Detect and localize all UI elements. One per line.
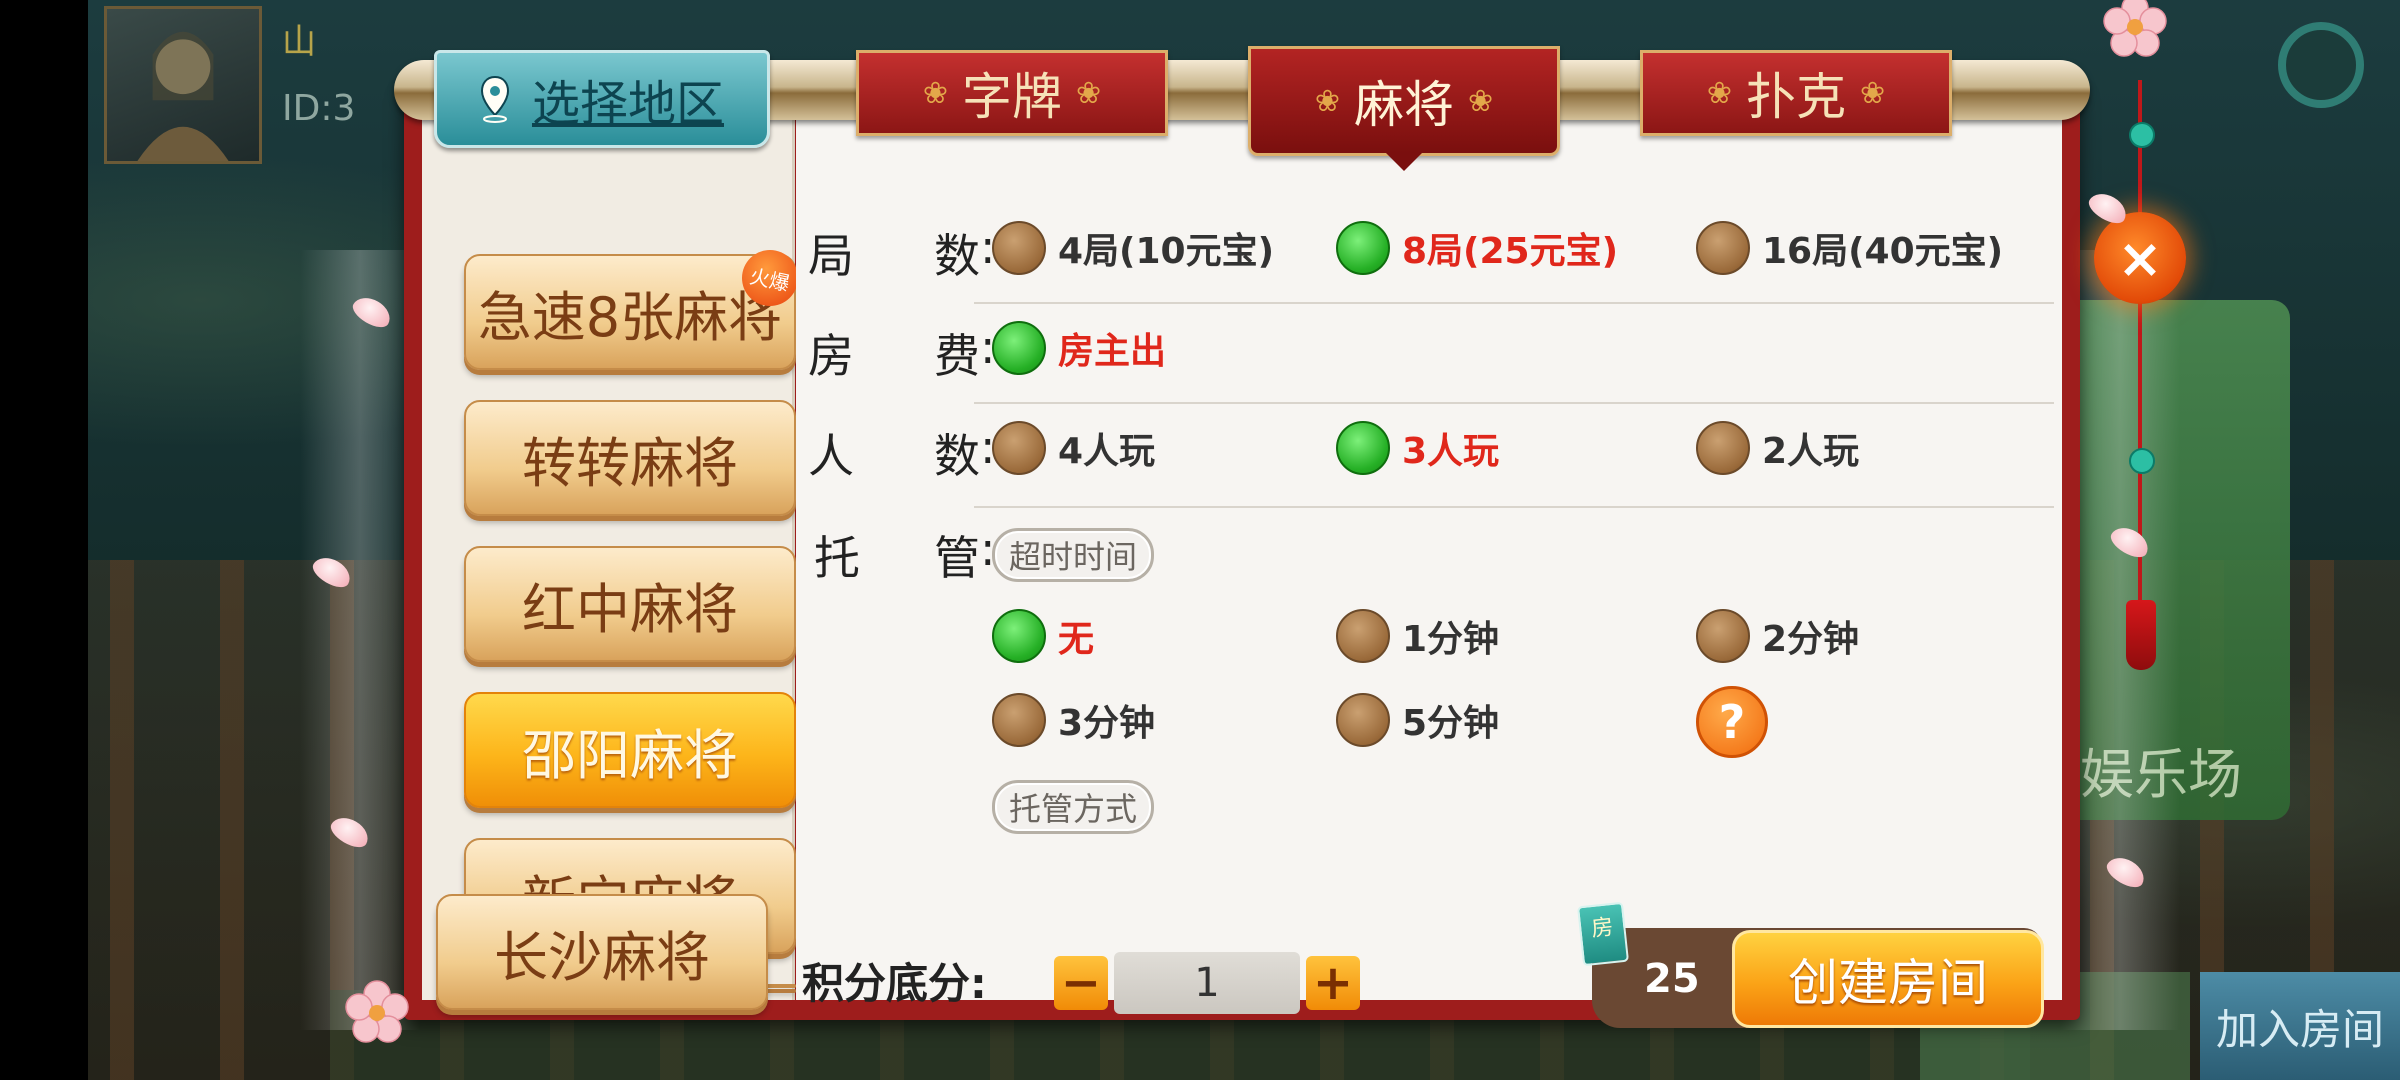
tab-mahjong[interactable]: ❀ 麻将 ❀ [1248,46,1560,171]
select-region-label: 选择地区 [531,76,724,132]
ornament-icon: ❀ [1468,83,1494,119]
flower-decoration [345,980,409,1043]
game-list-sidebar: 急速8张麻将 火爆 转转麻将 红中麻将 邵阳麻将 新宁麻将 [422,110,804,1000]
divider [974,506,2054,508]
radio-icon [992,693,1046,747]
game-item[interactable]: 急速8张麻将 火爆 [464,244,804,370]
create-room-dialog: 急速8张麻将 火爆 转转麻将 红中麻将 邵阳麻将 新宁麻将 局数 : [394,30,2090,1028]
radio-icon [1696,421,1750,475]
room-card-icon: 房 [1576,901,1630,967]
settings-panel: 局数 : 4局(10元宝) 8局(25元宝) 16局(40元宝) 房费 : 房主… [796,110,2062,1028]
rounds-option-8[interactable]: 8局(25元宝) [1336,218,1618,278]
tab-label: 扑克 [1746,68,1846,126]
radio-checked-icon [992,609,1046,663]
close-button[interactable]: × [2094,212,2186,304]
timeout-pill: 超时时间 [992,528,1155,582]
fee-label: 房费 [808,329,980,383]
system-status-bar [0,0,88,1080]
auto-play-label: 托管 [814,531,980,585]
bottom-join-room-button[interactable]: 加入房间 [2200,972,2400,1080]
radio-icon [992,221,1046,275]
room-cost-value: 25 [1644,956,1700,1002]
game-item-selected[interactable]: 邵阳麻将 [464,692,796,808]
create-room-button[interactable]: 创建房间 [1732,930,2044,1028]
radio-checked-icon [1336,421,1390,475]
user-name: 山 [282,22,316,62]
game-item[interactable]: 长沙麻将 [436,894,768,1010]
rounds-label: 局数 [808,229,980,283]
tab-zipai[interactable]: ❀ 字牌 ❀ [856,50,1168,136]
players-option-4[interactable]: 4人玩 [992,418,1155,478]
auto-mode-pill: 托管方式 [992,780,1155,834]
ornament-icon: ❀ [1076,75,1102,111]
radio-icon [1336,609,1390,663]
timeout-option-3min[interactable]: 3分钟 [992,690,1155,750]
score-decrease-button[interactable]: − [1054,955,1108,1011]
radio-icon [1696,221,1750,275]
timeout-option-none[interactable]: 无 [992,606,1094,666]
radio-icon [1696,609,1750,663]
flower-decoration [2103,0,2167,57]
ornament-icon: ❀ [1314,83,1340,119]
timeout-option-5min[interactable]: 5分钟 [1336,690,1499,750]
rounds-option-4[interactable]: 4局(10元宝) [992,218,1274,278]
score-increase-button[interactable]: + [1306,955,1360,1011]
user-avatar[interactable] [104,6,262,164]
ornament-icon: ❀ [1860,75,1886,111]
players-option-2[interactable]: 2人玩 [1696,418,1859,478]
location-pin-icon [480,75,509,123]
game-item-label: 邵阳麻将 [522,723,738,787]
radio-checked-icon [1336,221,1390,275]
divider [974,402,2054,404]
tab-poker[interactable]: ❀ 扑克 ❀ [1640,50,1952,136]
dialog-frame: 急速8张麻将 火爆 转转麻将 红中麻将 邵阳麻将 新宁麻将 局数 : [404,90,2080,1028]
room-cost-box: 房 25 创建房间 [1576,901,2044,1028]
tab-label: 字牌 [962,68,1062,126]
rounds-option-16[interactable]: 16局(40元宝) [1696,218,2003,278]
user-id: ID:3 [282,88,356,129]
players-label: 人数 [808,429,980,483]
players-option-3[interactable]: 3人玩 [1336,418,1499,478]
radio-icon [1336,693,1390,747]
fee-option-owner[interactable]: 房主出 [992,318,1166,378]
bead-decoration [2129,122,2155,148]
tab-label: 麻将 [1354,76,1454,134]
game-item-label: 长沙麻将 [494,925,710,989]
base-score-label: 积分底分: [802,959,987,1008]
settings-gear-icon[interactable] [2278,22,2364,108]
radio-icon [992,421,1046,475]
score-value: 1 [1114,952,1300,1014]
game-item-label: 转转麻将 [522,431,738,495]
tassel-decoration [2126,600,2156,670]
ornament-icon: ❀ [922,75,948,111]
select-region-tab[interactable]: 选择地区 [434,50,770,148]
game-item-label: 急速8张麻将 [477,285,783,349]
game-item-label: 红中麻将 [522,577,738,641]
divider [974,302,2054,304]
bead-decoration [2129,448,2155,474]
help-icon[interactable]: ? [1696,686,1768,758]
game-item[interactable]: 红中麻将 [464,546,796,662]
radio-checked-icon [992,321,1046,375]
timeout-option-1min[interactable]: 1分钟 [1336,606,1499,666]
ornament-icon: ❀ [1706,75,1732,111]
game-item[interactable]: 转转麻将 [464,400,796,516]
timeout-option-2min[interactable]: 2分钟 [1696,606,1859,666]
